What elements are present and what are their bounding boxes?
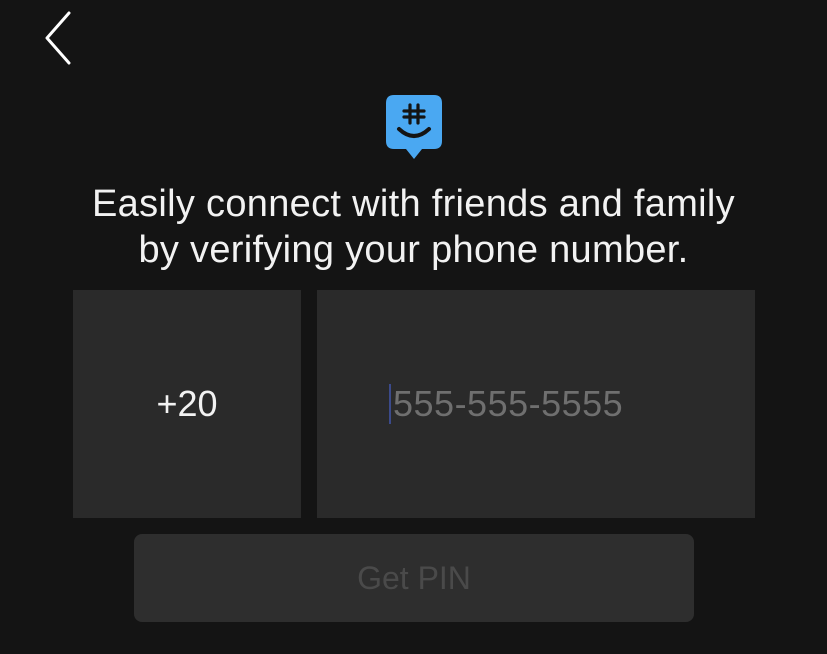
headline: Easily connect with friends and family b…: [0, 181, 827, 273]
phone-number-field[interactable]: [317, 290, 755, 518]
get-pin-button[interactable]: Get PIN: [134, 534, 694, 622]
country-code-value: +20: [156, 383, 218, 424]
chevron-left-icon: [45, 11, 71, 65]
headline-line-2: by verifying your phone number.: [138, 229, 689, 271]
phone-number-input[interactable]: [389, 380, 733, 428]
groupme-logo-icon: [384, 93, 444, 165]
text-caret: [389, 384, 391, 424]
back-button[interactable]: [36, 10, 80, 66]
country-code-selector[interactable]: +20: [73, 290, 301, 518]
headline-line-1: Easily connect with friends and family: [92, 183, 735, 225]
